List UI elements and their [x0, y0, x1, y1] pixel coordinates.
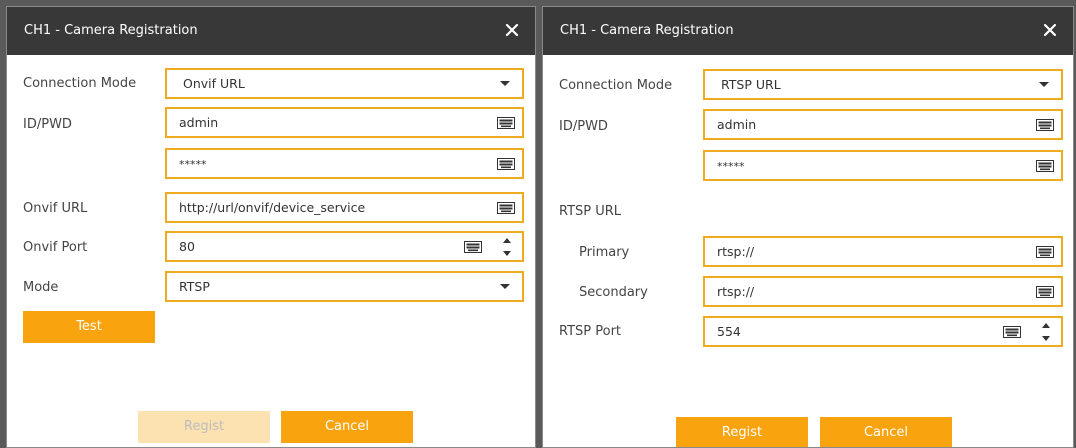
primary-label: Primary — [579, 245, 630, 260]
connection-mode-value: RTSP URL — [721, 77, 781, 92]
secondary-label: Secondary — [579, 285, 648, 300]
spinner-arrows-icon[interactable] — [502, 236, 512, 258]
id-input[interactable]: admin — [703, 109, 1063, 140]
spinner-up-icon[interactable] — [503, 238, 511, 243]
onvif-url-value: http://url/onvif/device_service — [179, 200, 366, 215]
close-icon[interactable] — [1037, 17, 1063, 43]
mode-select[interactable]: RTSP — [165, 271, 524, 302]
connection-mode-label: Connection Mode — [559, 78, 673, 93]
id-pwd-label: ID/PWD — [23, 117, 72, 132]
chevron-down-icon — [500, 81, 510, 86]
keyboard-icon[interactable] — [497, 158, 515, 170]
rtsp-port-value: 554 — [717, 324, 741, 339]
camera-registration-dialog-rtsp: CH1 - Camera Registration Connection Mod… — [542, 6, 1074, 448]
rtsp-url-label: RTSP URL — [559, 204, 622, 219]
password-value: ***** — [717, 160, 745, 173]
onvif-port-value: 80 — [179, 239, 195, 254]
keyboard-icon[interactable] — [497, 117, 515, 129]
connection-mode-select[interactable]: Onvif URL — [165, 68, 524, 99]
keyboard-icon[interactable] — [464, 241, 482, 253]
keyboard-icon[interactable] — [1036, 160, 1054, 172]
primary-url-input[interactable]: rtsp:// — [703, 236, 1063, 267]
rtsp-port-label: RTSP Port — [559, 324, 622, 339]
onvif-port-label: Onvif Port — [23, 240, 88, 255]
close-icon[interactable] — [499, 17, 525, 43]
dialog-title: CH1 - Camera Registration — [24, 23, 198, 38]
secondary-url-input[interactable]: rtsp:// — [703, 276, 1063, 307]
id-value: admin — [717, 117, 757, 132]
camera-registration-dialog-onvif: CH1 - Camera Registration Connection Mod… — [6, 6, 536, 448]
id-input[interactable]: admin — [165, 107, 524, 138]
password-input[interactable]: ***** — [165, 148, 524, 179]
secondary-url-value: rtsp:// — [717, 284, 755, 299]
spinner-up-icon[interactable] — [1042, 323, 1050, 328]
dialog-title-bar: CH1 - Camera Registration — [543, 7, 1073, 55]
onvif-port-stepper[interactable]: 80 — [165, 231, 524, 262]
dialog-title-bar: CH1 - Camera Registration — [7, 7, 535, 55]
rtsp-port-stepper[interactable]: 554 — [703, 316, 1063, 347]
mode-label: Mode — [23, 280, 59, 295]
primary-url-value: rtsp:// — [717, 244, 755, 259]
onvif-url-label: Onvif URL — [23, 201, 88, 216]
connection-mode-label: Connection Mode — [23, 76, 137, 91]
regist-button: Regist — [138, 411, 270, 443]
chevron-down-icon — [500, 284, 510, 289]
password-value: ***** — [179, 158, 207, 171]
id-value: admin — [179, 115, 219, 130]
spinner-down-icon[interactable] — [503, 251, 511, 256]
password-input[interactable]: ***** — [703, 150, 1063, 181]
dialog-title: CH1 - Camera Registration — [560, 23, 734, 38]
keyboard-icon[interactable] — [497, 202, 515, 214]
keyboard-icon[interactable] — [1036, 246, 1054, 258]
keyboard-icon[interactable] — [1036, 119, 1054, 131]
connection-mode-select[interactable]: RTSP URL — [703, 69, 1063, 100]
mode-value: RTSP — [179, 279, 210, 294]
regist-button[interactable]: Regist — [676, 417, 808, 447]
cancel-button[interactable]: Cancel — [820, 417, 952, 447]
keyboard-icon[interactable] — [1003, 326, 1021, 338]
chevron-down-icon — [1039, 82, 1049, 87]
onvif-url-input[interactable]: http://url/onvif/device_service — [165, 192, 524, 223]
id-pwd-label: ID/PWD — [559, 119, 608, 134]
spinner-arrows-icon[interactable] — [1041, 321, 1051, 343]
spinner-down-icon[interactable] — [1042, 336, 1050, 341]
cancel-button[interactable]: Cancel — [281, 411, 413, 443]
connection-mode-value: Onvif URL — [183, 76, 245, 91]
keyboard-icon[interactable] — [1036, 286, 1054, 298]
test-button[interactable]: Test — [23, 311, 155, 343]
